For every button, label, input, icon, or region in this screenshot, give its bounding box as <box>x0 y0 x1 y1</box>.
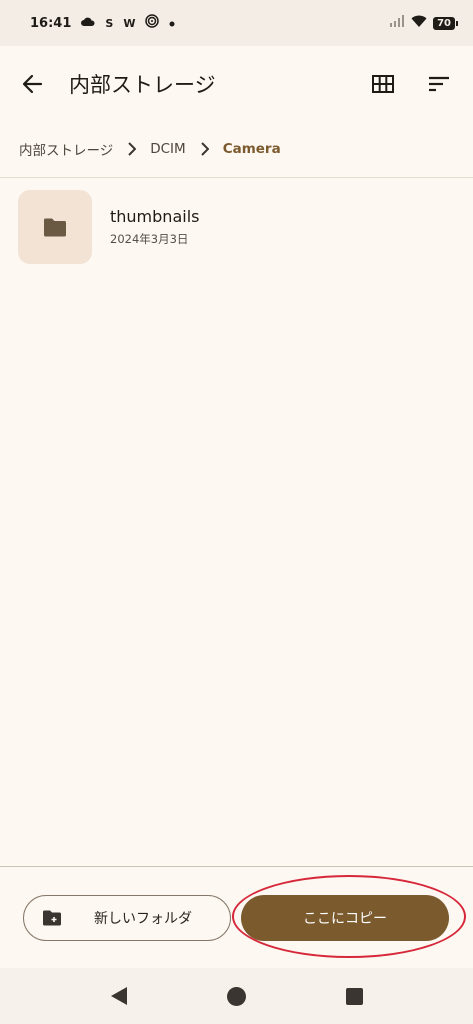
dot-icon <box>169 16 175 31</box>
list-item[interactable]: thumbnails 2024年3月3日 <box>18 190 458 264</box>
app-bar: 内部ストレージ <box>0 46 473 122</box>
new-folder-label: 新しいフォルダ <box>94 911 192 927</box>
chevron-right-icon <box>127 142 137 156</box>
wifi-icon <box>411 15 427 31</box>
breadcrumb-item-internal-storage[interactable]: 内部ストレージ <box>19 139 113 159</box>
nav-back-icon[interactable] <box>110 987 127 1005</box>
arrow-back-icon <box>22 74 43 94</box>
sort-icon <box>429 76 449 92</box>
status-time: 16:41 <box>30 15 72 31</box>
signal-icon <box>389 15 405 31</box>
grid-icon <box>372 75 394 93</box>
folder-icon <box>44 218 66 236</box>
fingerprint-icon <box>145 14 160 32</box>
create-new-folder-icon <box>43 910 61 926</box>
notification-s-icon: S <box>105 16 114 30</box>
new-folder-button[interactable]: 新しいフォルダ <box>23 895 231 941</box>
folder-thumbnail <box>18 190 92 264</box>
nav-home-icon[interactable] <box>226 986 246 1006</box>
status-bar: 16:41 S W 70 <box>0 0 473 46</box>
breadcrumb-item-dcim[interactable]: DCIM <box>150 141 185 157</box>
breadcrumb-item-camera[interactable]: Camera <box>223 141 281 157</box>
cloud-icon <box>81 16 95 31</box>
highlight-annotation <box>232 875 466 958</box>
file-date: 2024年3月3日 <box>110 232 189 246</box>
nav-recents-icon[interactable] <box>345 987 363 1005</box>
back-button[interactable] <box>8 60 56 108</box>
grid-view-button[interactable] <box>359 60 407 108</box>
page-title: 内部ストレージ <box>69 73 216 97</box>
battery-indicator: 70 <box>433 16 458 30</box>
breadcrumb: 内部ストレージ DCIM Camera <box>0 126 473 172</box>
system-nav-bar <box>0 968 473 1024</box>
notification-w-icon: W <box>123 16 136 30</box>
chevron-right-icon <box>200 142 209 156</box>
file-name: thumbnails <box>110 207 200 226</box>
sort-button[interactable] <box>415 60 463 108</box>
divider <box>0 177 473 178</box>
